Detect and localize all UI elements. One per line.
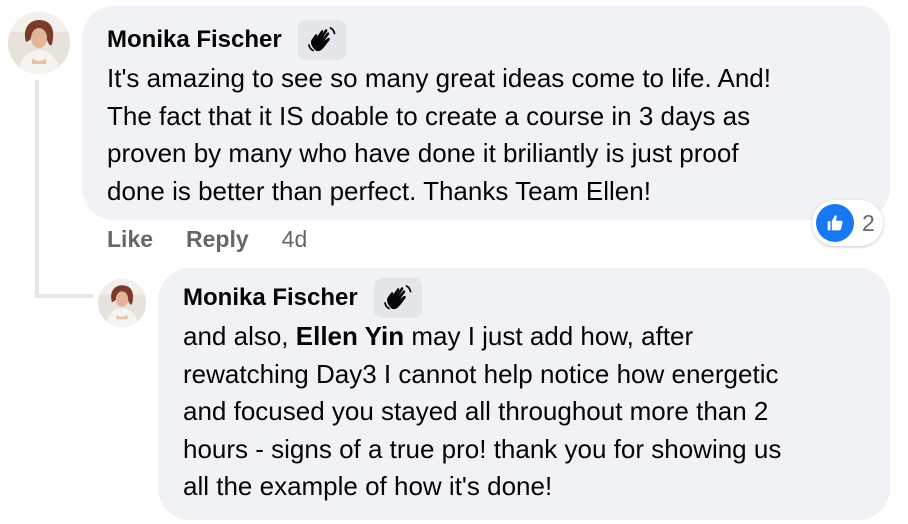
- reply-text-line: all the example of how it's done!: [183, 471, 553, 501]
- mention-link[interactable]: Ellen Yin: [296, 321, 404, 351]
- reply-text-line: and also, Ellen Yin may I just add how, …: [183, 318, 883, 356]
- thumbs-up-icon: [816, 204, 854, 242]
- thread-connector-line: [35, 80, 39, 298]
- comment-bubble: Monika Fischer It's amazing to see so ma…: [82, 6, 890, 220]
- reply-text: and also, Ellen Yin may I just add how, …: [183, 318, 883, 506]
- profile-photo: [98, 279, 146, 327]
- avatar[interactable]: [98, 279, 146, 327]
- comment-text-line: done is better than perfect. Thanks Team…: [107, 175, 651, 206]
- author-name[interactable]: Monika Fischer: [107, 26, 282, 54]
- like-button[interactable]: Like: [107, 226, 153, 253]
- reply-text-suffix: may I just add how, after: [404, 321, 694, 351]
- comment-header: Monika Fischer: [107, 20, 346, 60]
- reply-bubble: Monika Fischer and also, Ellen Yin may I…: [158, 268, 890, 520]
- timestamp[interactable]: 4d: [282, 226, 308, 253]
- reply-button[interactable]: Reply: [186, 226, 249, 253]
- profile-photo: [8, 12, 70, 74]
- reply-text-line: and focused you stayed all throughout mo…: [183, 396, 769, 426]
- reply-header: Monika Fischer: [183, 278, 422, 318]
- comment-text-line: The fact that it IS doable to create a c…: [107, 100, 751, 131]
- author-name[interactable]: Monika Fischer: [183, 284, 358, 312]
- waving-hand-icon: [383, 285, 412, 310]
- waving-hand-icon[interactable]: [373, 278, 422, 318]
- reaction-summary[interactable]: 2: [812, 200, 883, 246]
- comment-text-line: proven by many who have done it briliant…: [107, 138, 739, 168]
- comment-actions: Like Reply 4d: [107, 226, 307, 253]
- reply-text-prefix: and also,: [183, 321, 296, 351]
- reaction-count: 2: [862, 209, 875, 236]
- waving-hand-icon[interactable]: [297, 20, 346, 60]
- thumbs-up-icon: [827, 215, 843, 231]
- waving-hand-icon: [307, 27, 336, 52]
- thread-connector-branch: [35, 294, 93, 298]
- reply-text-line: hours - signs of a true pro! thank you f…: [183, 433, 782, 464]
- avatar[interactable]: [8, 12, 70, 74]
- comment-text-line: It's amazing to see so many great ideas …: [107, 63, 771, 93]
- comment-text: It's amazing to see so many great ideas …: [107, 60, 877, 210]
- reply-text-line: rewatching Day3 I cannot help notice how…: [183, 358, 779, 389]
